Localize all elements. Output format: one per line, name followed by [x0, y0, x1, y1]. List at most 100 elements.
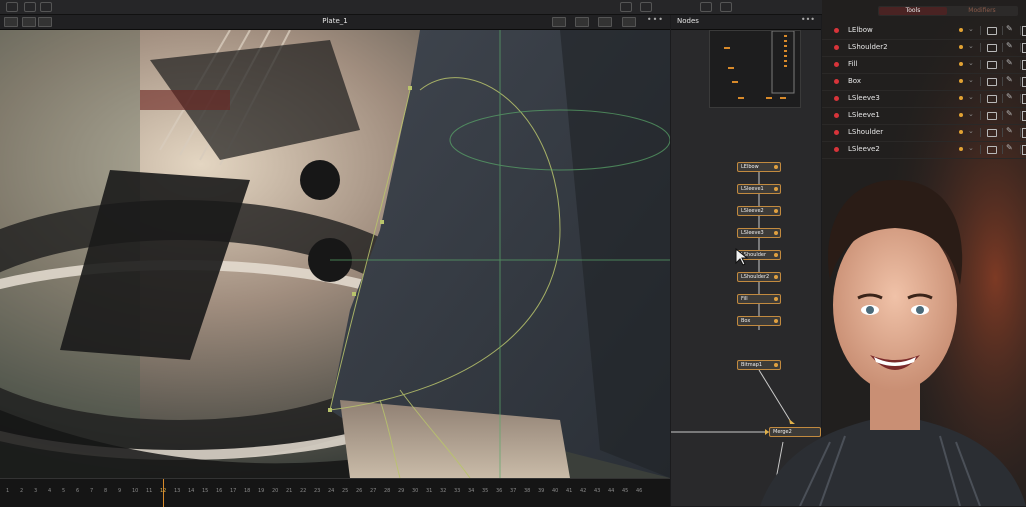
tool-color-icon — [834, 96, 839, 101]
visibility-icon[interactable] — [1022, 26, 1026, 36]
folder-icon[interactable] — [987, 61, 997, 69]
visibility-icon[interactable] — [1022, 60, 1026, 70]
folder-icon[interactable] — [987, 44, 997, 52]
timeline-label: 5 — [62, 488, 66, 494]
tool-color-icon — [834, 113, 839, 118]
tool-row[interactable]: LShoulder ⌄ ✎ — [822, 125, 1026, 142]
viewer-header: Plate_1 ••• — [0, 15, 670, 30]
keyframe-icon[interactable] — [959, 79, 963, 83]
viewer-button[interactable] — [552, 17, 566, 27]
tool-name: LSleeve1 — [848, 111, 880, 119]
chevron-down-icon[interactable]: ⌄ — [968, 93, 974, 101]
toolbar-button[interactable] — [620, 2, 632, 12]
divider — [1002, 43, 1003, 52]
tab-modifiers[interactable]: Modifiers — [948, 7, 1016, 15]
pin-icon[interactable]: ✎ — [1006, 109, 1013, 118]
viewer-button[interactable] — [575, 17, 589, 27]
keyframe-icon[interactable] — [959, 113, 963, 117]
toolbar-button[interactable] — [720, 2, 732, 12]
tool-name: LShoulder2 — [848, 43, 888, 51]
divider — [980, 128, 981, 137]
timeline-label: 10 — [132, 488, 139, 494]
tool-row[interactable]: Fill ⌄ ✎ — [822, 57, 1026, 74]
toolbar-button[interactable] — [24, 2, 36, 12]
visibility-icon[interactable] — [1022, 111, 1026, 121]
pin-icon[interactable]: ✎ — [1006, 75, 1013, 84]
timeline-label: 38 — [524, 488, 531, 494]
timeline-label: 8 — [104, 488, 108, 494]
timeline-label: 32 — [440, 488, 447, 494]
timeline-label: 6 — [76, 488, 80, 494]
divider — [1020, 43, 1021, 52]
chevron-down-icon[interactable]: ⌄ — [968, 110, 974, 118]
timeline-label: 41 — [566, 488, 573, 494]
timeline-label: 1 — [6, 488, 10, 494]
pin-icon[interactable]: ✎ — [1006, 58, 1013, 67]
folder-icon[interactable] — [987, 112, 997, 120]
visibility-icon[interactable] — [1022, 94, 1026, 104]
pin-icon[interactable]: ✎ — [1006, 24, 1013, 33]
visibility-icon[interactable] — [1022, 77, 1026, 87]
cursor-icon — [735, 248, 749, 266]
visibility-icon[interactable] — [1022, 128, 1026, 138]
chevron-down-icon[interactable]: ⌄ — [968, 42, 974, 50]
tool-color-icon — [834, 130, 839, 135]
timeline-label: 30 — [412, 488, 419, 494]
toolbar-button[interactable] — [640, 2, 652, 12]
viewer-menu-icon[interactable]: ••• — [647, 15, 664, 24]
keyframe-icon[interactable] — [959, 96, 963, 100]
timeline-label: 46 — [636, 488, 643, 494]
divider — [1002, 26, 1003, 35]
tool-name: LSleeve3 — [848, 94, 880, 102]
pin-icon[interactable]: ✎ — [1006, 41, 1013, 50]
folder-icon[interactable] — [987, 27, 997, 35]
tool-row[interactable]: LSleeve3 ⌄ ✎ — [822, 91, 1026, 108]
tool-row[interactable]: LSleeve1 ⌄ ✎ — [822, 108, 1026, 125]
divider — [1002, 94, 1003, 103]
toolbar-button[interactable] — [40, 2, 52, 12]
timeline-label: 42 — [580, 488, 587, 494]
viewer-canvas[interactable] — [0, 30, 670, 478]
viewer-button[interactable] — [622, 17, 636, 27]
chevron-down-icon[interactable]: ⌄ — [968, 25, 974, 33]
timeline-label: 25 — [342, 488, 349, 494]
folder-icon[interactable] — [987, 95, 997, 103]
timeline-label: 29 — [398, 488, 405, 494]
tab-tools[interactable]: Tools — [879, 7, 947, 15]
divider — [1002, 111, 1003, 120]
keyframe-icon[interactable] — [959, 45, 963, 49]
timeline-label: 20 — [272, 488, 279, 494]
folder-icon[interactable] — [987, 78, 997, 86]
pin-icon[interactable]: ✎ — [1006, 92, 1013, 101]
tool-name: LShoulder — [848, 128, 884, 136]
timeline-label: 44 — [608, 488, 615, 494]
folder-icon[interactable] — [987, 129, 997, 137]
toolbar-button[interactable] — [700, 2, 712, 12]
viewer-title: Plate_1 — [322, 17, 348, 25]
pin-icon[interactable]: ✎ — [1006, 126, 1013, 135]
nodes-header: Nodes ••• — [671, 15, 821, 30]
divider — [1020, 77, 1021, 86]
divider — [980, 43, 981, 52]
divider — [980, 94, 981, 103]
timeline-label: 45 — [622, 488, 629, 494]
timeline-label: 43 — [594, 488, 601, 494]
timeline-label: 7 — [90, 488, 94, 494]
visibility-icon[interactable] — [1022, 43, 1026, 53]
timeline-label: 19 — [258, 488, 265, 494]
keyframe-icon[interactable] — [959, 28, 963, 32]
tool-row[interactable]: Box ⌄ ✎ — [822, 74, 1026, 91]
tool-row[interactable]: LElbow ⌄ ✎ — [822, 23, 1026, 40]
divider — [1002, 60, 1003, 69]
nodes-menu-icon[interactable]: ••• — [801, 15, 815, 24]
chevron-down-icon[interactable]: ⌄ — [968, 59, 974, 67]
toolbar-button[interactable] — [6, 2, 18, 12]
chevron-down-icon[interactable]: ⌄ — [968, 76, 974, 84]
timeline-ruler[interactable]: 1 2 3 4 5 6 7 8 9 10 11 12 13 14 15 16 1… — [0, 478, 670, 507]
viewer-button[interactable] — [598, 17, 612, 27]
keyframe-icon[interactable] — [959, 130, 963, 134]
tool-row[interactable]: LShoulder2 ⌄ ✎ — [822, 40, 1026, 57]
keyframe-icon[interactable] — [959, 62, 963, 66]
timeline-playhead[interactable] — [163, 479, 164, 507]
chevron-down-icon[interactable]: ⌄ — [968, 127, 974, 135]
